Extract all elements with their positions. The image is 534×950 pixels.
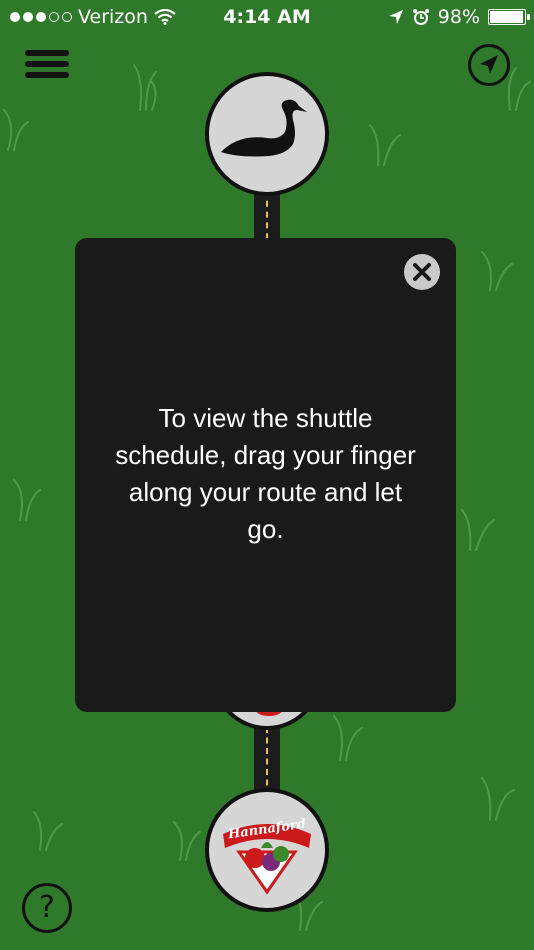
menu-icon-bar [25, 72, 69, 78]
dialog-message: To view the shuttle schedule, drag your … [115, 403, 416, 544]
battery-icon [488, 9, 530, 25]
battery-percent: 98% [437, 6, 480, 28]
stop-hannaford[interactable]: Hannaford [205, 788, 329, 912]
stop-swan[interactable] [205, 72, 329, 196]
swan-icon [221, 99, 307, 157]
help-button[interactable]: ? [22, 883, 72, 933]
status-bar: Verizon 4:14 AM 98% [0, 0, 534, 36]
navigation-arrow-icon [480, 55, 498, 74]
location-arrow-icon [388, 10, 403, 24]
menu-button[interactable] [25, 50, 69, 82]
close-button[interactable] [404, 254, 440, 290]
locate-button[interactable] [468, 44, 510, 86]
menu-icon-bar [25, 61, 69, 67]
status-right: 98% [388, 6, 530, 28]
menu-icon-bar [25, 50, 69, 56]
battery-fill [490, 11, 524, 23]
instruction-dialog: To view the shuttle schedule, drag your … [75, 238, 456, 712]
alarm-icon [412, 9, 429, 25]
close-icon [413, 263, 431, 281]
hannaford-logo-icon [223, 824, 311, 895]
